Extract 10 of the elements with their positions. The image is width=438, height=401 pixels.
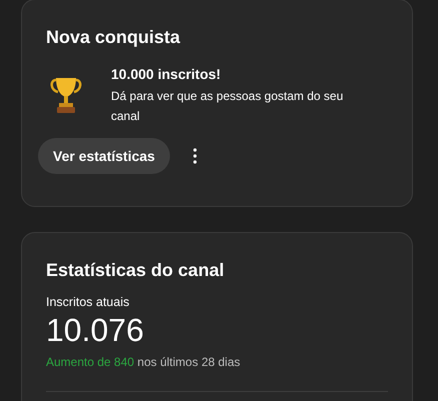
- achievement-headline: 10.000 inscritos!: [111, 65, 222, 84]
- metric-label: Inscritos atuais: [46, 295, 130, 309]
- view-stats-button[interactable]: Ver estatísticas: [38, 138, 170, 174]
- card-title: Estatísticas do canal: [46, 259, 226, 281]
- metric-value: 10.076: [46, 311, 145, 349]
- card-title: Nova conquista: [46, 26, 182, 48]
- more-icon[interactable]: [192, 148, 197, 164]
- growth-text: Aumento de 840 nos últimos 28 dias: [46, 355, 242, 369]
- achievement-message: Dá para ver que as pessoas gostam do seu canal: [111, 88, 344, 125]
- trophy-icon: [49, 76, 83, 114]
